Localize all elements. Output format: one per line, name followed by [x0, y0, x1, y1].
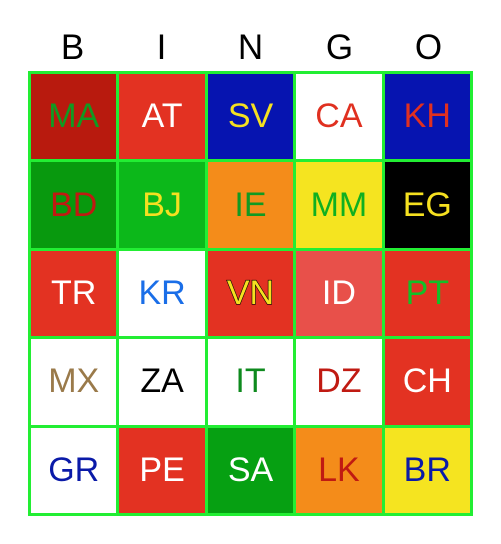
bingo-cell-label: EG [402, 185, 452, 224]
bingo-cell-label: BJ [142, 185, 182, 224]
bingo-cell[interactable]: DZ [296, 339, 382, 425]
bingo-cell[interactable]: ID [296, 250, 382, 337]
bingo-cell[interactable]: CH [384, 339, 470, 425]
bingo-cell-label: CA [315, 97, 363, 136]
bingo-cell[interactable]: BR [384, 427, 470, 513]
bingo-cell[interactable]: EG [384, 162, 470, 248]
bingo-cell-label: DZ [316, 362, 362, 401]
bingo-cell[interactable]: IE [207, 162, 294, 248]
bingo-header: B I N G O [28, 26, 473, 70]
header-letter-i: I [156, 28, 167, 67]
header-letter-o: O [414, 28, 443, 67]
bingo-cell-label: GR [48, 450, 100, 489]
bingo-cell[interactable]: GR [31, 427, 117, 513]
bingo-cell-label: MM [310, 185, 368, 224]
bingo-cell[interactable]: AT [119, 74, 205, 160]
bingo-cell[interactable]: CA [296, 74, 382, 160]
bingo-cell[interactable]: VN [207, 250, 294, 337]
bingo-cell[interactable]: IT [207, 339, 294, 425]
bingo-cell-label: ID [321, 273, 356, 312]
bingo-cell-label: KH [403, 97, 451, 136]
bingo-cell[interactable]: TR [31, 250, 117, 337]
bingo-cell-label: PT [405, 273, 450, 312]
bingo-cell[interactable]: SA [207, 427, 294, 513]
header-letter-b: B [60, 28, 85, 67]
bingo-cell[interactable]: LK [296, 427, 382, 513]
bingo-cell[interactable]: ZA [119, 339, 205, 425]
bingo-cell[interactable]: MX [31, 339, 117, 425]
bingo-cell[interactable]: MA [31, 74, 117, 160]
header-letter-g: G [325, 28, 354, 67]
bingo-cell-label: KR [138, 273, 186, 312]
bingo-cell-label: IE [234, 185, 267, 224]
bingo-cell-label: LK [318, 450, 360, 489]
bingo-cell[interactable]: KH [384, 74, 470, 160]
bingo-cell-label: VN [226, 273, 275, 312]
bingo-board: MA AT SV CA KH BD BJ IE MM EG TR KR VN ID PT MX ZA IT DZ CH… [28, 71, 473, 516]
bingo-cell-label: IT [235, 362, 266, 401]
bingo-cell[interactable]: MM [296, 162, 382, 248]
bingo-cell[interactable]: PE [119, 427, 205, 513]
bingo-cell-label: AT [141, 97, 183, 136]
bingo-cell-label: TR [51, 273, 97, 312]
bingo-cell[interactable]: BD [31, 162, 117, 248]
bingo-cell[interactable]: KR [119, 250, 205, 337]
bingo-cell-label: SA [227, 450, 274, 489]
bingo-cell[interactable]: SV [207, 74, 294, 160]
bingo-cell-label: MX [48, 362, 100, 401]
bingo-cell-label: PE [139, 450, 185, 489]
bingo-cell-label: BD [50, 185, 98, 224]
bingo-cell-label: MA [48, 97, 100, 136]
bingo-cell-label: ZA [140, 362, 184, 401]
header-letter-n: N [237, 28, 264, 67]
bingo-cell-label: SV [227, 97, 274, 136]
bingo-cell-label: CH [402, 362, 452, 401]
bingo-cell[interactable]: BJ [119, 162, 205, 248]
bingo-cell[interactable]: PT [384, 250, 470, 337]
bingo-cell-label: BR [403, 450, 451, 489]
